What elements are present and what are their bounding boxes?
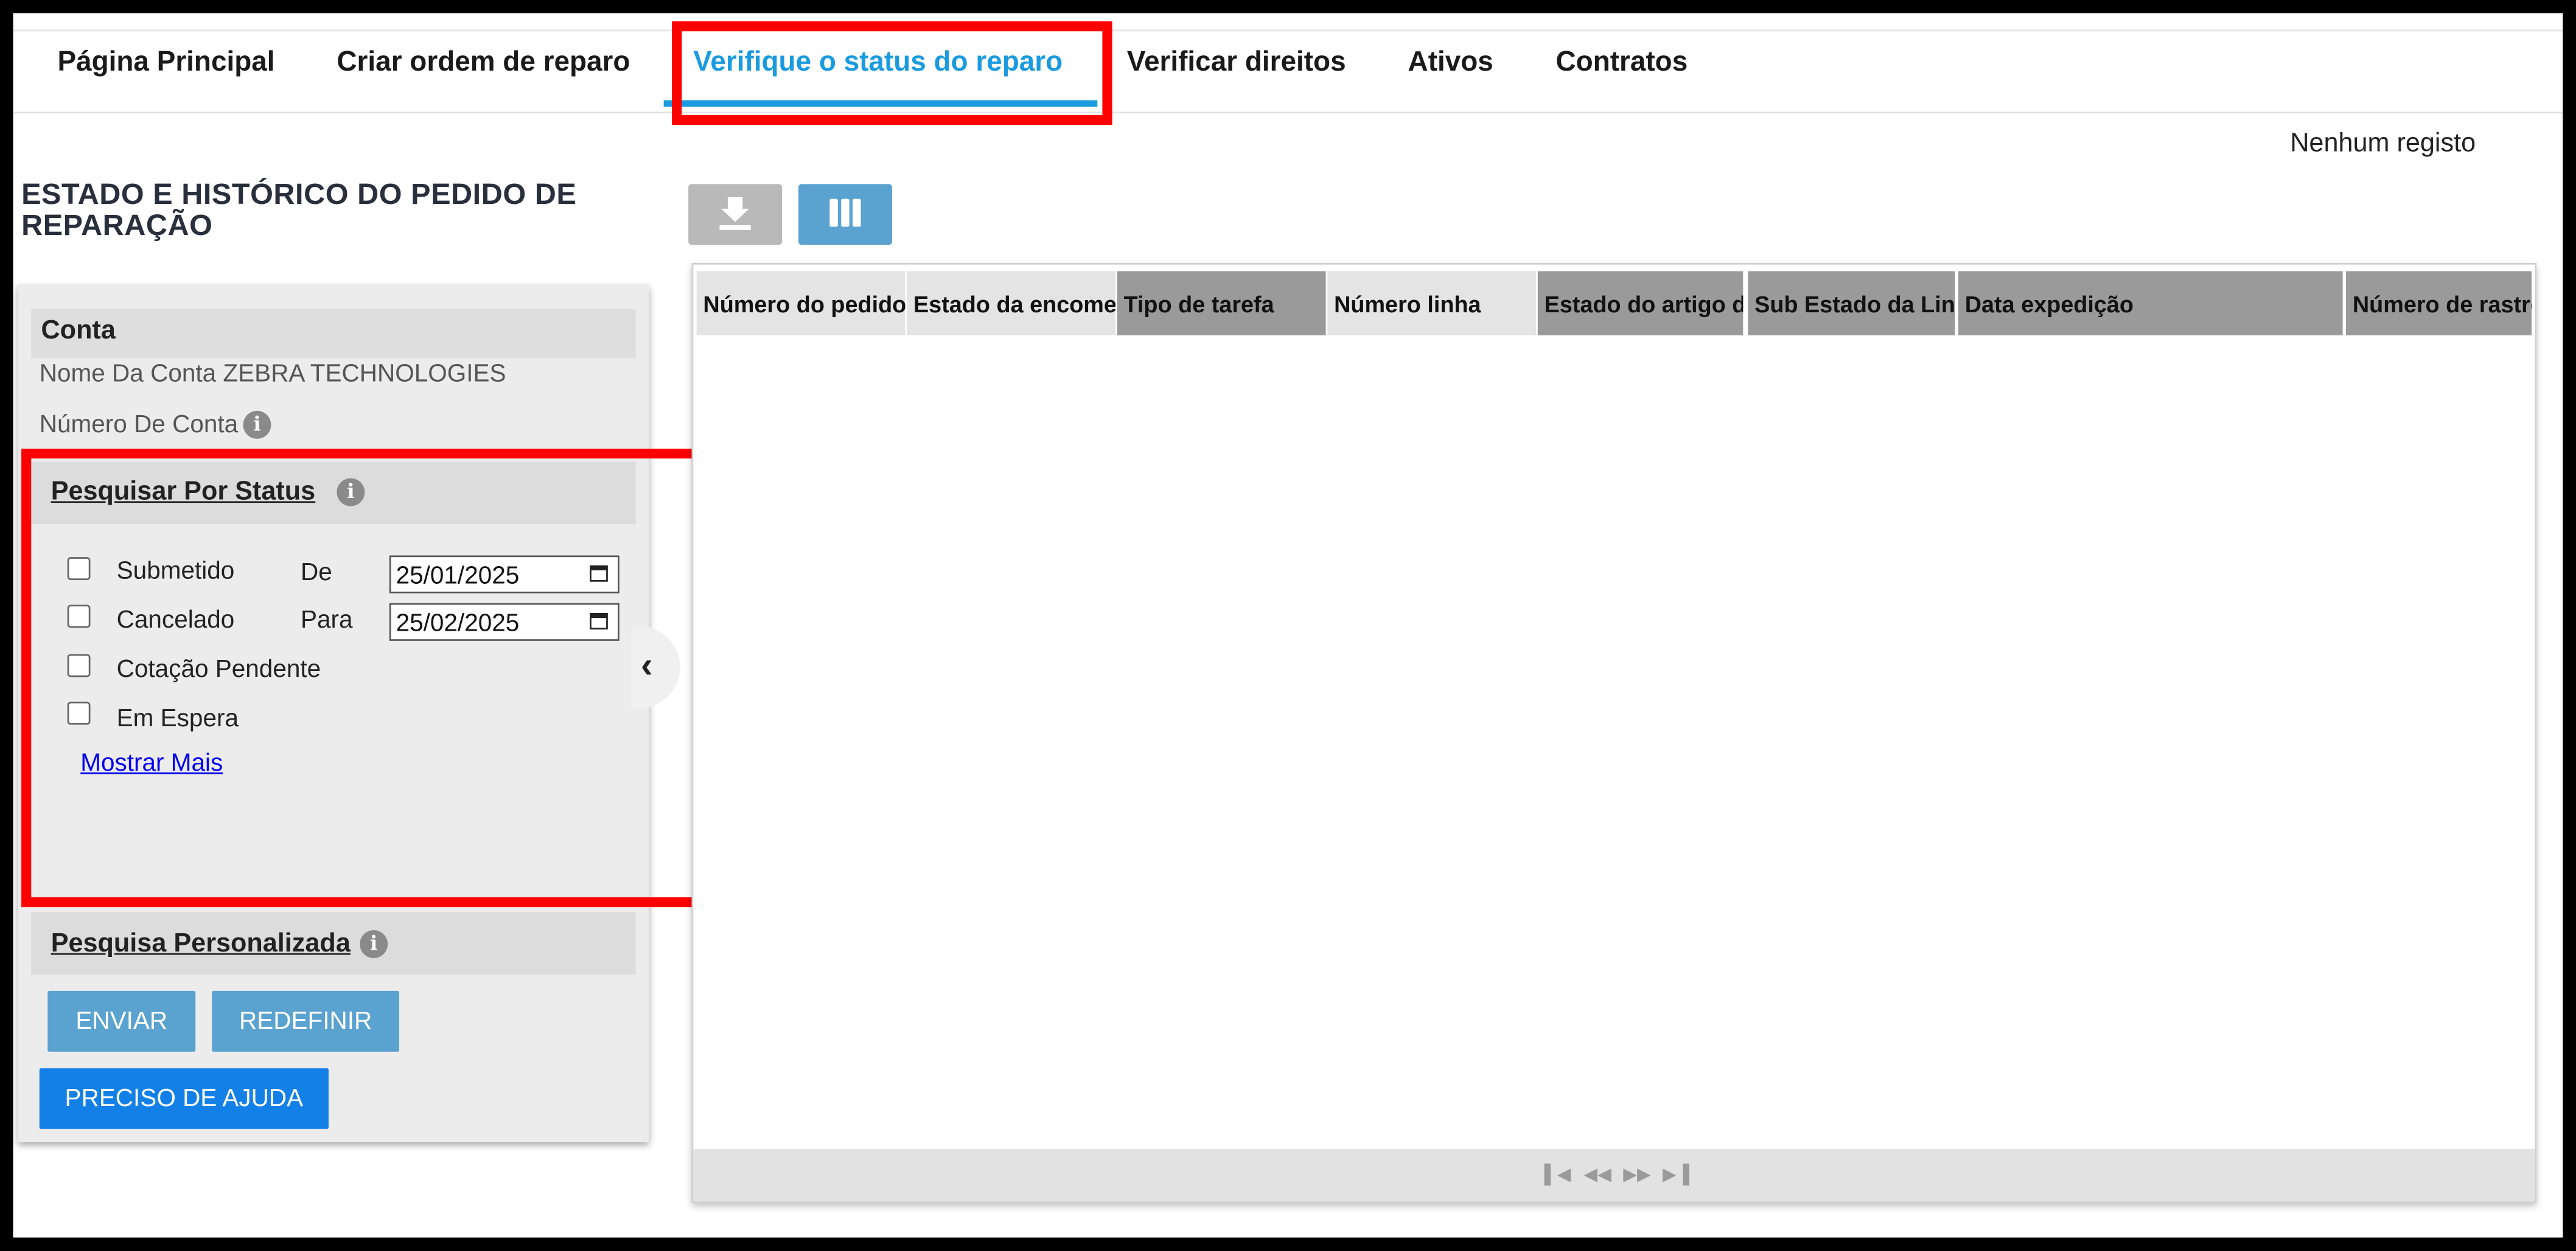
info-icon[interactable]: i	[360, 930, 388, 958]
next-page-icon[interactable]: ▶▶	[1623, 1163, 1651, 1185]
account-section-header: Conta	[31, 309, 636, 359]
column-header-ship-date[interactable]: Data expedição	[1958, 271, 2343, 335]
tab-create-repair-order[interactable]: Criar ordem de reparo	[337, 31, 630, 111]
column-header-order-number[interactable]: Número do pedido	[696, 271, 906, 335]
account-name-label: Nome Da Conta	[39, 360, 217, 388]
column-header-line-sub-status[interactable]: Sub Estado da Linha	[1748, 271, 1955, 335]
last-page-icon[interactable]: ▶▐	[1663, 1163, 1689, 1185]
need-help-button[interactable]: PRECISO DE AJUDA	[39, 1068, 329, 1129]
prev-page-icon[interactable]: ◀◀	[1583, 1163, 1611, 1185]
account-header-label: Conta	[41, 317, 116, 345]
page-title: ESTADO E HISTÓRICO DO PEDIDO DE REPARAÇÃ…	[21, 177, 577, 242]
top-nav: Página Principal Criar ordem de reparo V…	[13, 29, 2563, 114]
custom-search-label[interactable]: Pesquisa Personalizada	[51, 930, 351, 960]
column-header-line-number[interactable]: Número linha	[1327, 271, 1537, 335]
download-button[interactable]	[688, 184, 783, 245]
account-name: Nome Da Conta ZEBRA TECHNOLOGIES	[40, 360, 506, 388]
info-icon[interactable]: i	[243, 410, 271, 439]
no-records-text: Nenhum registo	[2290, 130, 2476, 158]
column-header-order-status[interactable]: Estado da encomenda	[907, 271, 1116, 335]
highlight-box-status	[21, 448, 713, 908]
tab-contracts[interactable]: Contratos	[1556, 31, 1688, 111]
column-header-item-status[interactable]: Estado do artigo de	[1537, 271, 1744, 335]
app-frame: Página Principal Criar ordem de reparo V…	[13, 13, 2563, 1238]
column-header-tracking-number[interactable]: Número de rastreio	[2346, 271, 2532, 335]
tab-assets[interactable]: Ativos	[1408, 31, 1493, 111]
submit-button[interactable]: ENVIAR	[47, 990, 196, 1052]
columns-icon	[829, 198, 861, 227]
columns-button[interactable]	[798, 184, 892, 245]
account-name-value: ZEBRA TECHNOLOGIES	[223, 360, 506, 388]
account-number-label: Número De Conta	[39, 410, 239, 439]
tab-home[interactable]: Página Principal	[57, 31, 274, 111]
column-header-task-type[interactable]: Tipo de tarefa	[1117, 271, 1326, 335]
first-page-icon[interactable]: ▌◀	[1545, 1163, 1571, 1185]
custom-search-header[interactable]: Pesquisa Personalizada i	[31, 912, 636, 975]
tab-check-entitlements[interactable]: Verificar direitos	[1127, 31, 1346, 111]
highlight-box-tab	[672, 21, 1112, 125]
repair-status-grid: Número do pedido Estado da encomenda Tip…	[691, 262, 2537, 1204]
download-icon	[719, 197, 751, 230]
grid-pager: ▌◀ ◀◀ ▶▶ ▶▐	[693, 1149, 2535, 1202]
reset-button[interactable]: REDEFINIR	[212, 990, 400, 1052]
